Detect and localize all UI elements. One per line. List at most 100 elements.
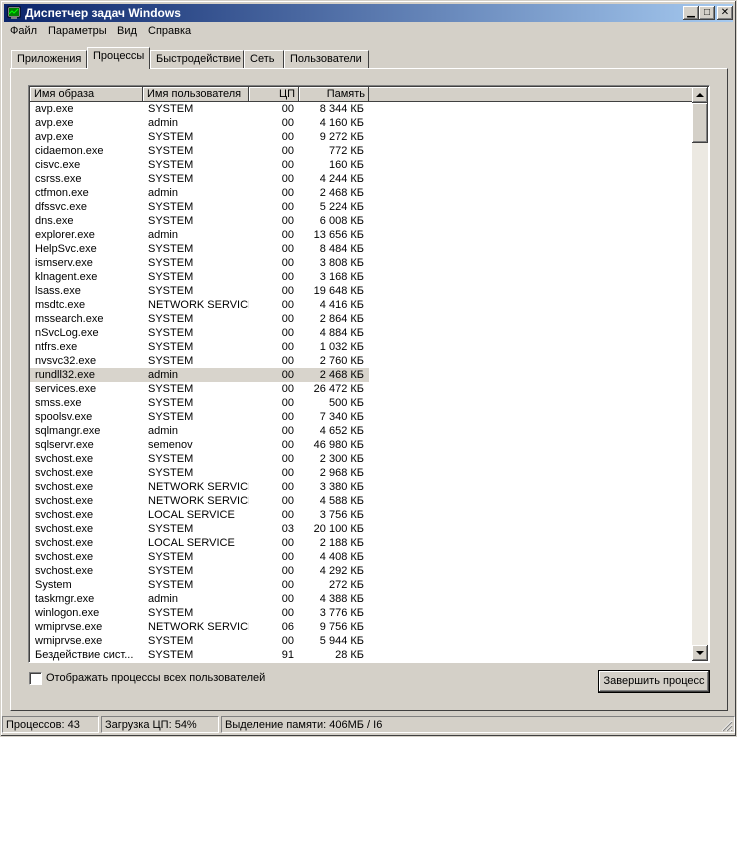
table-row[interactable]: rundll32.exe admin 00 2 468 КБ [30, 368, 694, 382]
table-row[interactable]: cidaemon.exe SYSTEM 00 772 КБ [30, 144, 694, 158]
cell-image-name: mssearch.exe [35, 313, 104, 325]
table-row[interactable]: cisvc.exe SYSTEM 00 160 КБ [30, 158, 694, 172]
maximize-button[interactable]: □ [699, 6, 715, 20]
cell-user-name: SYSTEM [148, 313, 194, 325]
table-row[interactable]: avp.exe SYSTEM 00 9 272 КБ [30, 130, 694, 144]
table-row[interactable]: dns.exe SYSTEM 00 6 008 КБ [30, 214, 694, 228]
status-processes: Процессов: 43 [2, 716, 99, 733]
table-row[interactable]: svchost.exe SYSTEM 00 4 292 КБ [30, 564, 694, 578]
cell-cpu: 00 [281, 145, 294, 157]
table-row[interactable]: explorer.exe admin 00 13 656 КБ [30, 228, 694, 242]
tab-processes[interactable]: Процессы [87, 47, 150, 69]
table-row[interactable]: sqlmangr.exe admin 00 4 652 КБ [30, 424, 694, 438]
cell-user-name: SYSTEM [148, 103, 194, 115]
cell-cpu: 00 [281, 215, 294, 227]
table-row[interactable]: svchost.exe SYSTEM 03 20 100 КБ [30, 522, 694, 536]
cell-cpu: 00 [281, 607, 294, 619]
scroll-up-button[interactable] [692, 87, 708, 103]
arrow-down-icon [696, 651, 704, 655]
cell-cpu: 00 [281, 425, 294, 437]
table-row[interactable]: msdtc.exe NETWORK SERVICE 00 4 416 КБ [30, 298, 694, 312]
table-row[interactable]: nvsvc32.exe SYSTEM 00 2 760 КБ [30, 354, 694, 368]
cell-image-name: nvsvc32.exe [35, 355, 97, 367]
close-button[interactable]: ✕ [717, 6, 733, 20]
resize-grip-icon[interactable] [721, 720, 733, 732]
cell-user-name: SYSTEM [148, 243, 194, 255]
cell-user-name: admin [148, 187, 178, 199]
table-row[interactable]: svchost.exe LOCAL SERVICE 00 3 756 КБ [30, 508, 694, 522]
table-row[interactable]: taskmgr.exe admin 00 4 388 КБ [30, 592, 694, 606]
table-row[interactable]: svchost.exe SYSTEM 00 2 300 КБ [30, 452, 694, 466]
table-row[interactable]: svchost.exe NETWORK SERVICE 00 4 588 КБ [30, 494, 694, 508]
column-user-name[interactable]: Имя пользователя [143, 87, 249, 102]
table-row[interactable]: dfssvc.exe SYSTEM 00 5 224 КБ [30, 200, 694, 214]
cell-memory: 9 756 КБ [319, 621, 364, 633]
table-row[interactable]: winlogon.exe SYSTEM 00 3 776 КБ [30, 606, 694, 620]
vertical-scrollbar[interactable] [692, 87, 708, 661]
tab-network[interactable]: Сеть [244, 50, 284, 68]
cell-cpu: 00 [281, 355, 294, 367]
cell-memory: 9 272 КБ [319, 131, 364, 143]
table-row[interactable]: nSvcLog.exe SYSTEM 00 4 884 КБ [30, 326, 694, 340]
cell-user-name: admin [148, 425, 178, 437]
tab-strip: Приложения Процессы Быстродействие Сеть … [11, 47, 731, 69]
tab-users[interactable]: Пользователи [284, 50, 369, 68]
table-row[interactable]: ctfmon.exe admin 00 2 468 КБ [30, 186, 694, 200]
cell-memory: 772 КБ [328, 145, 364, 157]
table-row[interactable]: HelpSvc.exe SYSTEM 00 8 484 КБ [30, 242, 694, 256]
cell-memory: 4 652 КБ [319, 425, 364, 437]
cell-user-name: admin [148, 593, 178, 605]
cell-image-name: System [35, 579, 72, 591]
cell-image-name: cidaemon.exe [35, 145, 104, 157]
cell-user-name: SYSTEM [148, 397, 194, 409]
table-row[interactable]: klnagent.exe SYSTEM 00 3 168 КБ [30, 270, 694, 284]
table-row[interactable]: sqlservr.exe semenov 00 46 980 КБ [30, 438, 694, 452]
scroll-down-button[interactable] [692, 645, 708, 661]
cell-user-name: NETWORK SERVICE [148, 481, 249, 493]
show-all-users-label[interactable]: Отображать процессы всех пользователей [46, 672, 265, 684]
table-row[interactable]: avp.exe admin 00 4 160 КБ [30, 116, 694, 130]
table-row[interactable]: wmiprvse.exe SYSTEM 00 5 944 КБ [30, 634, 694, 648]
title-bar[interactable]: Диспетчер задач Windows ▁ □ ✕ [4, 4, 733, 22]
table-row[interactable]: lsass.exe SYSTEM 00 19 648 КБ [30, 284, 694, 298]
table-row[interactable]: Бездействие сист... SYSTEM 91 28 КБ [30, 648, 694, 662]
table-row[interactable]: ismserv.exe SYSTEM 00 3 808 КБ [30, 256, 694, 270]
table-row[interactable]: svchost.exe LOCAL SERVICE 00 2 188 КБ [30, 536, 694, 550]
process-list[interactable]: Имя образа Имя пользователя ЦП Память av… [28, 85, 710, 663]
table-row[interactable]: ntfrs.exe SYSTEM 00 1 032 КБ [30, 340, 694, 354]
show-all-users-checkbox[interactable] [29, 672, 42, 685]
table-row[interactable]: spoolsv.exe SYSTEM 00 7 340 КБ [30, 410, 694, 424]
table-row[interactable]: wmiprvse.exe NETWORK SERVICE 06 9 756 КБ [30, 620, 694, 634]
menu-help[interactable]: Справка [148, 25, 191, 37]
minimize-button[interactable]: ▁ [683, 6, 699, 20]
tab-applications[interactable]: Приложения [11, 50, 87, 68]
scroll-thumb[interactable] [692, 103, 708, 143]
cell-memory: 2 864 КБ [319, 313, 364, 325]
cell-image-name: avp.exe [35, 103, 74, 115]
table-row[interactable]: svchost.exe SYSTEM 00 4 408 КБ [30, 550, 694, 564]
table-row[interactable]: svchost.exe SYSTEM 00 2 968 КБ [30, 466, 694, 480]
table-row[interactable]: csrss.exe SYSTEM 00 4 244 КБ [30, 172, 694, 186]
cell-memory: 2 760 КБ [319, 355, 364, 367]
column-memory[interactable]: Память [299, 87, 369, 102]
table-row[interactable]: services.exe SYSTEM 00 26 472 КБ [30, 382, 694, 396]
menu-view[interactable]: Вид [117, 25, 137, 37]
table-row[interactable]: System SYSTEM 00 272 КБ [30, 578, 694, 592]
cell-cpu: 00 [281, 593, 294, 605]
menu-options[interactable]: Параметры [48, 25, 107, 37]
cell-image-name: taskmgr.exe [35, 593, 95, 605]
tab-performance[interactable]: Быстродействие [150, 50, 244, 68]
cell-cpu: 00 [281, 299, 294, 311]
cell-memory: 4 244 КБ [319, 173, 364, 185]
menu-file[interactable]: Файл [10, 25, 37, 37]
table-row[interactable]: mssearch.exe SYSTEM 00 2 864 КБ [30, 312, 694, 326]
cell-user-name: SYSTEM [148, 411, 194, 423]
cell-user-name: SYSTEM [148, 145, 194, 157]
table-row[interactable]: svchost.exe NETWORK SERVICE 00 3 380 КБ [30, 480, 694, 494]
table-row[interactable]: smss.exe SYSTEM 00 500 КБ [30, 396, 694, 410]
column-cpu[interactable]: ЦП [249, 87, 299, 102]
end-process-button[interactable]: Завершить процесс [598, 670, 710, 693]
column-image-name[interactable]: Имя образа [30, 87, 143, 102]
task-manager-icon [7, 6, 21, 19]
table-row[interactable]: avp.exe SYSTEM 00 8 344 КБ [30, 102, 694, 116]
